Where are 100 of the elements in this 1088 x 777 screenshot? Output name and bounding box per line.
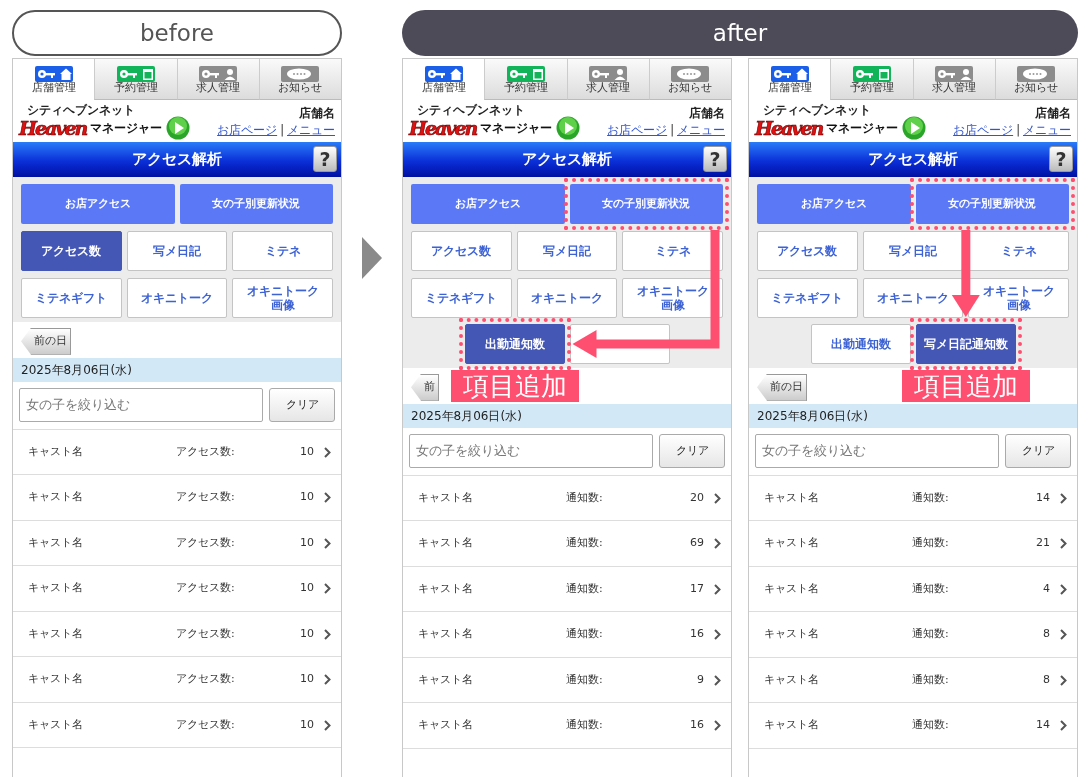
header-link[interactable]: メニュー [677,122,725,140]
chevron-right-icon [714,629,721,640]
list-row[interactable]: キャスト名 通知数: 17 [403,566,731,613]
list-row[interactable]: キャスト名 アクセス数: 10 [13,657,341,703]
key-calendar-icon [506,66,545,83]
metric-tab[interactable]: オキニトーク [862,278,964,318]
metric-tab[interactable]: アクセス数 [757,231,858,271]
play-icon[interactable] [166,116,191,141]
chevron-right-icon [1060,720,1067,731]
list-row[interactable]: キャスト名 アクセス数: 10 [13,429,341,476]
tab[interactable]: 求人管理 [566,59,649,100]
cast-name: キャスト名 [28,625,84,642]
search-field[interactable]: 女の子を絞り込む [409,433,653,468]
metric-label: アクセス数: [176,534,236,551]
metric-tab[interactable]: オキニトーク [126,278,228,318]
metric-tab[interactable]: アクセス数 [411,231,512,271]
help-button[interactable]: ? [1049,146,1073,172]
metric-tab[interactable]: 出勤通知数 [464,324,565,364]
list-row[interactable]: キャスト名 通知数: 8 [749,657,1077,704]
metric-tab[interactable]: 写メ日記 [516,231,618,271]
header-link[interactable]: お店ページ [217,122,278,140]
metric-tab[interactable]: 写メ日記 [862,231,964,271]
list-row[interactable]: キャスト名 アクセス数: 10 [13,475,341,521]
list-row[interactable]: キャスト名 通知数: 16 [403,612,731,658]
section-button[interactable]: お店アクセス [411,184,565,224]
list-row[interactable]: キャスト名 通知数: 14 [749,475,1077,522]
shop-name: 店舗名 [298,105,335,123]
metric-tab[interactable]: 写メ日記 [126,231,228,271]
logo-text: マネージャー [90,120,163,138]
previous-day-button[interactable]: 前の日 [21,327,71,355]
tab[interactable]: お知らせ [258,59,341,100]
section-button[interactable]: お店アクセス [757,184,911,224]
play-icon[interactable] [902,116,927,141]
logo-text: マネージャー [480,120,553,138]
list-row[interactable]: キャスト名 通知数: 69 [403,521,731,567]
tab[interactable]: 予約管理 [830,59,913,100]
cast-name: キャスト名 [764,717,820,734]
section-button[interactable]: 女の子別更新状況 [569,184,723,224]
metric-tab[interactable]: ミテネギフト [757,278,858,318]
metric-label: 通知数: [912,717,950,734]
metric-tab[interactable]: オキニトーク [516,278,618,318]
header-link[interactable]: メニュー [287,122,335,140]
clear-button[interactable]: クリア [1005,433,1071,468]
section-button[interactable]: 女の子別更新状況 [179,184,333,224]
chevron-right-icon [1060,629,1067,640]
metric-tab[interactable]: ミテネ [232,231,333,271]
header-link[interactable]: お店ページ [953,122,1014,140]
metric-value: 10 [300,534,314,551]
metric-tab[interactable]: オキニトーク 画像 [622,278,723,318]
metric-tab[interactable]: アクセス数 [21,231,122,271]
speech-bubble-icon [1017,66,1056,83]
previous-day-button[interactable]: 前 [411,373,439,401]
list-row[interactable]: キャスト名 通知数: 9 [403,657,731,704]
metric-tab[interactable]: オキニトーク 画像 [968,278,1069,318]
tab[interactable]: 求人管理 [176,59,259,100]
list-row[interactable]: キャスト名 アクセス数: 10 [13,520,341,567]
header-link[interactable]: メニュー [1023,122,1071,140]
search-field[interactable]: 女の子を絞り込む [19,387,263,422]
metric-tab[interactable]: ミテネ [622,231,723,271]
list-row[interactable]: キャスト名 通知数: 14 [749,703,1077,749]
clear-button[interactable]: クリア [269,387,335,422]
metric-tab[interactable]: ミテネ [968,231,1069,271]
play-icon[interactable] [556,116,581,141]
header-link[interactable]: お店ページ [607,122,668,140]
metric-tab[interactable]: ミテネギフト [411,278,512,318]
metric-tab[interactable]: 写メ日記通知数 [915,324,1016,364]
metric-tab[interactable]: 出勤通知数 [810,324,911,364]
help-button[interactable]: ? [703,146,727,172]
tab[interactable]: 予約管理 [484,59,567,100]
list-row[interactable]: キャスト名 アクセス数: 10 [13,566,341,612]
key-person-icon [199,66,238,83]
tab[interactable]: 予約管理 [94,59,177,100]
previous-day-button[interactable]: 前の日 [757,373,807,401]
metric-value: 16 [690,717,704,734]
key-calendar-icon [852,66,891,83]
page-title: アクセス解析 [522,149,612,171]
clear-button[interactable]: クリア [659,433,725,468]
metric-tab[interactable]: ミテネギフト [21,278,122,318]
list-row[interactable]: キャスト名 通知数: 20 [403,475,731,522]
list-row[interactable]: キャスト名 通知数: 4 [749,566,1077,613]
list-row[interactable]: キャスト名 通知数: 16 [403,703,731,749]
list-row[interactable]: キャスト名 アクセス数: 10 [13,611,341,658]
cast-name: キャスト名 [764,626,820,643]
cast-name: キャスト名 [764,489,820,506]
list-row[interactable]: キャスト名 通知数: 8 [749,612,1077,658]
search-field[interactable]: 女の子を絞り込む [755,433,999,468]
metric-label: 通知数: [912,626,950,643]
tab[interactable]: お知らせ [994,59,1077,100]
section-button[interactable]: お店アクセス [21,184,175,224]
tab[interactable]: 求人管理 [912,59,995,100]
metric-value: 8 [1043,626,1050,643]
chevron-right-icon [714,538,721,549]
list-row[interactable]: キャスト名 アクセス数: 10 [13,702,341,749]
help-button[interactable]: ? [313,146,337,172]
list-row[interactable]: キャスト名 通知数: 21 [749,521,1077,567]
page-title: アクセス解析 [132,149,222,171]
metric-tab[interactable]: オキニトーク 画像 [232,278,333,318]
metric-label: アクセス数: [176,443,236,460]
section-button[interactable]: 女の子別更新状況 [915,184,1069,224]
tab[interactable]: お知らせ [648,59,731,100]
